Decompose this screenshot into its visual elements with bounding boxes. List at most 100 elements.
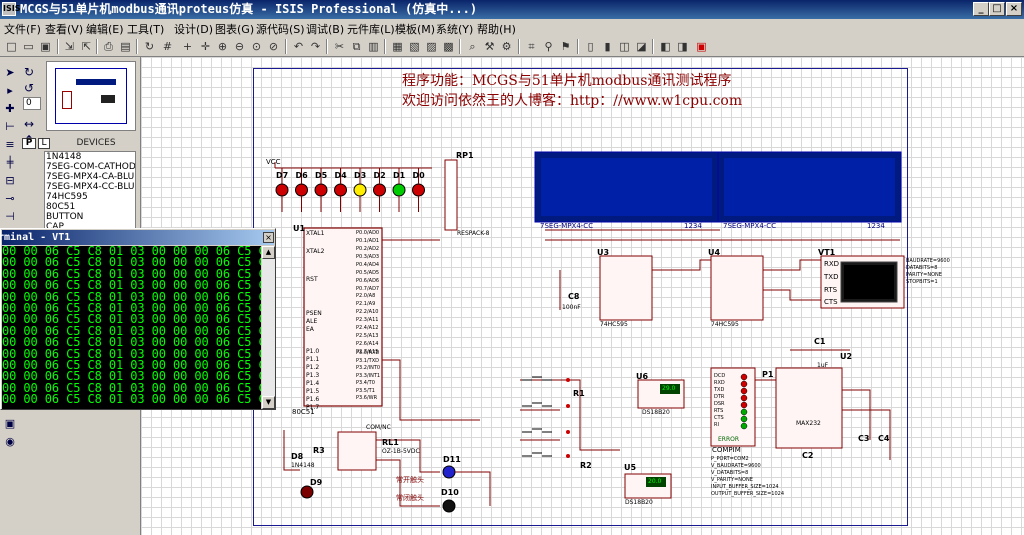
vt1-prop: PARITY=NONE bbox=[906, 272, 942, 278]
u1-pin-label: P0.2/AD2 bbox=[356, 246, 380, 252]
u1-pin-label: P0.3/AD3 bbox=[356, 254, 380, 260]
relay-body bbox=[337, 431, 377, 471]
led-d7 bbox=[275, 183, 289, 197]
compim-prop: V_BAUDRATE=9600 bbox=[711, 463, 761, 469]
u2-body bbox=[775, 367, 843, 449]
u1-pin-label: P3.4/T0 bbox=[356, 380, 375, 386]
u1-pin-label: XTAL1 bbox=[306, 230, 325, 237]
u6-part: DS18B20 bbox=[642, 409, 670, 416]
led-d1 bbox=[392, 183, 406, 197]
d9-label: D9 bbox=[310, 478, 323, 487]
vt1-pin-rts: RTS bbox=[824, 286, 838, 294]
vt1-pin-cts: CTS bbox=[824, 298, 838, 306]
vt1-label: VT1 bbox=[818, 248, 836, 257]
led-d2 bbox=[373, 183, 386, 197]
u1-pin-label: P0.6/AD6 bbox=[356, 278, 380, 284]
compim-indicator bbox=[740, 394, 748, 402]
u1-pin-label: P1.3 bbox=[306, 372, 320, 379]
u5-label: U5 bbox=[624, 463, 637, 472]
seg1-digits: 1234 bbox=[684, 222, 702, 230]
u1-pin-label: P2.2/A10 bbox=[356, 309, 379, 315]
u5-reading: 20.0 bbox=[648, 478, 662, 485]
seg2-digits: 1234 bbox=[867, 222, 885, 230]
u1-pin-label: P1.6 bbox=[306, 396, 320, 403]
vt1-prop: BAUDRATE=9600 bbox=[906, 258, 950, 264]
u6-reading: 29.0 bbox=[662, 385, 676, 392]
compim-indicator bbox=[740, 422, 748, 430]
compim-pin-label: CTS bbox=[714, 415, 724, 421]
u1-pin-label: P3.2/INT0 bbox=[356, 365, 381, 371]
u1-pin-label: P0.7/AD7 bbox=[356, 286, 380, 292]
led-label: D7 bbox=[276, 171, 289, 180]
u5-part: DS18B20 bbox=[625, 499, 653, 506]
u1-pin-label: P3.6/WR bbox=[356, 395, 378, 401]
terminal-screen[interactable]: 00 00 06 C5 C8 01 03 00 00 00 06 C5 C8 00… bbox=[2, 246, 261, 409]
u3-label: U3 bbox=[597, 248, 610, 257]
u1-pin-label: P1.2 bbox=[306, 364, 320, 371]
u1-pin-label: P2.6/A14 bbox=[356, 341, 379, 347]
c1-value: 1uF bbox=[817, 362, 829, 369]
vcc-label: VCC bbox=[266, 158, 281, 166]
compim-indicator bbox=[740, 373, 748, 381]
led-d6 bbox=[295, 183, 308, 197]
compim-prop: OUTPUT_BUFFER_SIZE=1024 bbox=[711, 491, 785, 497]
terminal-title-bar[interactable]: rminal - VT1 bbox=[0, 230, 274, 245]
r1-label: R1 bbox=[573, 389, 585, 398]
compim-pin-label: RTS bbox=[714, 408, 724, 414]
c1-label: C1 bbox=[814, 337, 826, 346]
c8-value: 100nF bbox=[562, 304, 581, 311]
compim-prop: P_PORT=COM2 bbox=[711, 456, 749, 462]
c3-label: C3 bbox=[858, 434, 870, 443]
scroll-up-icon[interactable]: ▲ bbox=[262, 246, 275, 259]
u1-pin-label: P1.5 bbox=[306, 388, 320, 395]
led-label: D6 bbox=[295, 171, 308, 180]
rp1-label: RP1 bbox=[456, 151, 474, 160]
u2-label: U2 bbox=[840, 352, 853, 361]
u6-label: U6 bbox=[636, 372, 649, 381]
r3-label: R3 bbox=[313, 446, 325, 455]
u1-pin-label: P1.4 bbox=[306, 380, 320, 387]
led-label: D4 bbox=[334, 171, 347, 180]
relay-part: OZ-1B-5VDC bbox=[382, 448, 420, 455]
u1-pin-label: P2.4/A12 bbox=[356, 325, 379, 331]
led-d4 bbox=[334, 183, 347, 197]
terminal-close-button[interactable]: × bbox=[263, 232, 274, 243]
p1-label: P1 bbox=[762, 370, 774, 379]
virtual-terminal-window[interactable]: rminal - VT1 × 00 00 06 C5 C8 01 03 00 0… bbox=[0, 228, 276, 410]
vt1-prop: STOPBITS=1 bbox=[906, 279, 938, 285]
compim-pin-label: TXD bbox=[714, 387, 725, 393]
u1-pin-label: EA bbox=[306, 326, 314, 333]
led-label: D5 bbox=[315, 171, 328, 180]
u3-body bbox=[599, 255, 653, 321]
d11-label: D11 bbox=[443, 455, 461, 464]
relay-closed-label: 常闭触头 bbox=[396, 494, 424, 502]
vt1-pin-txd: TXD bbox=[824, 273, 839, 281]
relay-open-label: 常开触头 bbox=[396, 476, 424, 484]
d8-label: D8 bbox=[291, 452, 304, 461]
compim-pin-label: DSR bbox=[714, 401, 725, 407]
u1-pin-label: PSEN bbox=[306, 310, 322, 317]
c8-label: C8 bbox=[568, 292, 580, 301]
rp1-body bbox=[444, 159, 458, 231]
compim-indicator bbox=[740, 387, 748, 395]
vt1-prop: DATABITS=8 bbox=[906, 265, 938, 271]
compim-indicator bbox=[740, 408, 748, 416]
u1-pin-label: ALE bbox=[306, 318, 318, 325]
terminal-title: rminal - VT1 bbox=[0, 232, 71, 243]
c2-label: C2 bbox=[802, 451, 814, 460]
compim-pin-label: DTR bbox=[714, 394, 725, 400]
u1-pin-label: P3.1/TXD bbox=[356, 357, 379, 364]
compim-prop: V_DATABITS=8 bbox=[711, 470, 749, 476]
u1-pin-label: P0.0/AD0 bbox=[356, 230, 380, 236]
seg2-label: 7SEG-MPX4-CC bbox=[723, 222, 777, 230]
compim-indicator bbox=[740, 415, 748, 423]
u1-pin-label: P2.3/A11 bbox=[356, 317, 379, 323]
scroll-down-icon[interactable]: ▼ bbox=[262, 396, 275, 409]
u1-pin-label: P3.3/INT1 bbox=[356, 372, 381, 379]
led-label: D3 bbox=[354, 171, 367, 180]
terminal-scrollbar[interactable]: ▲ ▼ bbox=[262, 246, 275, 409]
r2-label: R2 bbox=[580, 461, 592, 470]
led-label: D2 bbox=[373, 171, 386, 180]
u1-pin-label: P3.5/T1 bbox=[356, 387, 375, 394]
u1-label: U1 bbox=[293, 224, 306, 233]
